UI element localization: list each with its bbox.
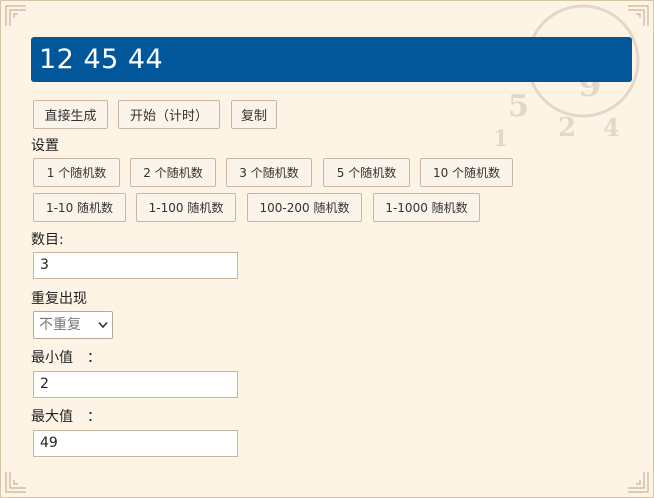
- preset-5-button[interactable]: 5 个随机数: [323, 158, 410, 187]
- max-label: 最大值 ：: [31, 409, 101, 425]
- range-1-100-button[interactable]: 1-100 随机数: [136, 193, 236, 222]
- svg-text:4: 4: [603, 113, 620, 142]
- generate-button[interactable]: 直接生成: [33, 100, 108, 129]
- corner-ornament-icon: [627, 471, 649, 493]
- range-100-200-button[interactable]: 100-200 随机数: [247, 193, 362, 222]
- svg-text:1: 1: [493, 126, 508, 152]
- copy-button[interactable]: 复制: [231, 100, 277, 129]
- corner-ornament-icon: [5, 5, 27, 27]
- preset-10-button[interactable]: 10 个随机数: [420, 158, 513, 187]
- numbers-watermark-icon: 6 9 5 2 4 1 7: [463, 1, 653, 171]
- result-display: 12 45 44: [31, 37, 632, 82]
- min-input[interactable]: 2: [33, 371, 238, 398]
- max-input[interactable]: 49: [33, 430, 238, 457]
- svg-text:5: 5: [508, 89, 529, 124]
- range-1-1000-button[interactable]: 1-1000 随机数: [373, 193, 480, 222]
- preset-1-button[interactable]: 1 个随机数: [33, 158, 120, 187]
- preset-2-button[interactable]: 2 个随机数: [130, 158, 216, 187]
- repeat-select[interactable]: 不重复: [33, 311, 113, 339]
- repeat-select-value: 不重复: [39, 317, 81, 333]
- repeat-label: 重复出现: [31, 291, 87, 307]
- settings-heading: 设置: [31, 138, 59, 154]
- count-label: 数目:: [31, 232, 64, 248]
- chevron-down-icon: [98, 321, 108, 329]
- app-frame: 6 9 5 2 4 1 7 12 45 44 直接生成 开始（计时） 复制 设置…: [0, 0, 654, 498]
- min-label: 最小值 ：: [31, 350, 101, 366]
- corner-ornament-icon: [5, 471, 27, 493]
- svg-text:2: 2: [558, 113, 576, 143]
- count-input[interactable]: 3: [33, 252, 238, 279]
- preset-3-button[interactable]: 3 个随机数: [226, 158, 312, 187]
- start-timer-button[interactable]: 开始（计时）: [118, 100, 220, 129]
- range-1-10-button[interactable]: 1-10 随机数: [33, 193, 126, 222]
